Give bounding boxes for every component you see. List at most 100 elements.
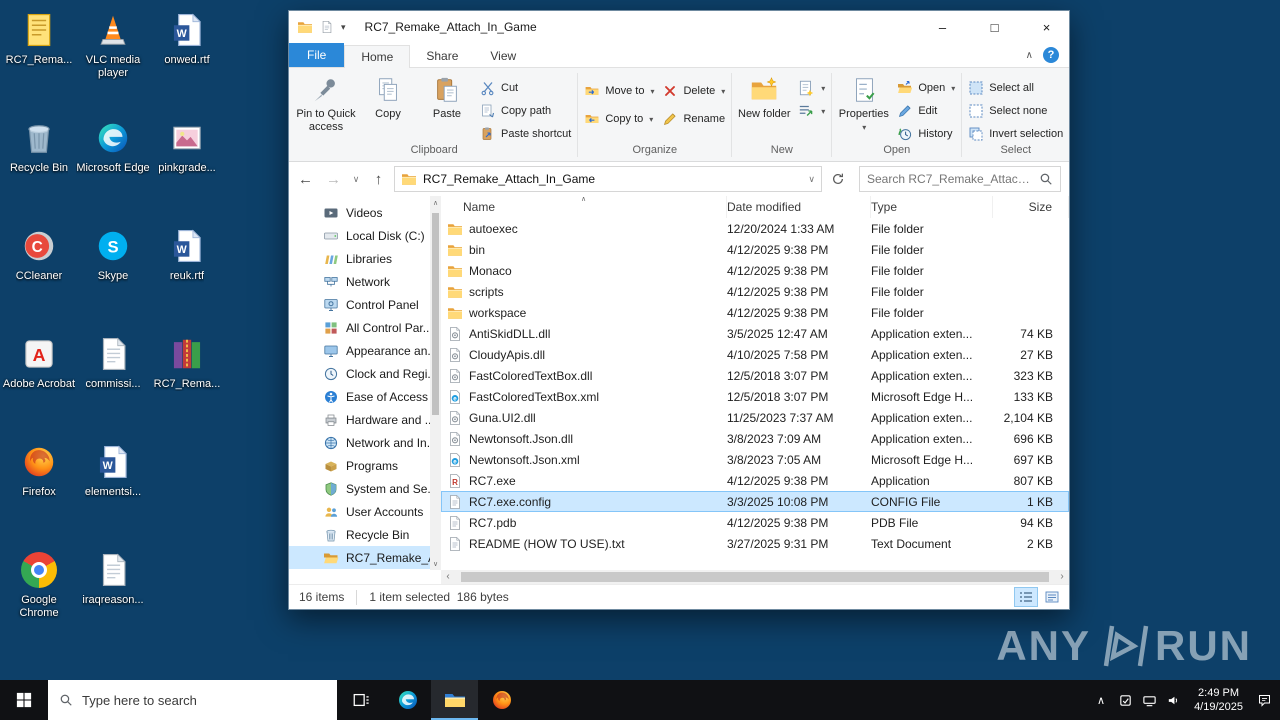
- file-row-rc7-pdb[interactable]: RC7.pdb 4/12/2025 9:38 PM PDB File 94 KB: [441, 512, 1069, 533]
- file-row-autoexec[interactable]: autoexec 12/20/2024 1:33 AM File folder: [441, 218, 1069, 239]
- edit-button[interactable]: Edit: [894, 101, 958, 121]
- file-row-guna-ui2-dll[interactable]: Guna.UI2.dll 11/25/2023 7:37 AM Applicatio…: [441, 407, 1069, 428]
- breadcrumb[interactable]: RC7_Remake_Attach_In_Game: [423, 172, 802, 186]
- scroll-left-icon[interactable]: ‹: [441, 570, 455, 584]
- copy-to-button[interactable]: Copy to ▾: [581, 109, 657, 129]
- file-row-fastcoloredtextbox-xml[interactable]: e FastColoredTextBox.xml 12/5/2018 3:07 PM…: [441, 386, 1069, 407]
- desktop-icon-commissi[interactable]: commissi...: [76, 334, 150, 434]
- rename-button[interactable]: Rename: [659, 109, 728, 129]
- action-center-icon[interactable]: [1252, 680, 1276, 720]
- minimize-button[interactable]: –: [920, 11, 965, 43]
- scroll-down-icon[interactable]: ∨: [433, 557, 438, 570]
- tray-agent-icon[interactable]: [1113, 680, 1137, 720]
- desktop-icon-microsoft-edge[interactable]: Microsoft Edge: [76, 118, 150, 218]
- tray-expand-icon[interactable]: ∧: [1089, 680, 1113, 720]
- column-header-size[interactable]: Size: [993, 196, 1069, 218]
- address-field[interactable]: RC7_Remake_Attach_In_Game ∨: [394, 166, 822, 192]
- edge-taskbar-button[interactable]: [384, 680, 431, 720]
- file-row-scripts[interactable]: scripts 4/12/2025 9:38 PM File folder: [441, 281, 1069, 302]
- start-button[interactable]: [0, 680, 48, 720]
- paste-shortcut-button[interactable]: Paste shortcut: [477, 124, 574, 144]
- history-button[interactable]: History: [894, 124, 958, 144]
- nav-scrollbar-track[interactable]: [430, 209, 441, 557]
- desktop-icon-reuk-rtf[interactable]: Wreuk.rtf: [150, 226, 224, 326]
- column-header-date-modified[interactable]: Date modified: [727, 196, 871, 218]
- desktop-icon-vlc-media-player[interactable]: VLC media player: [76, 10, 150, 110]
- maximize-button[interactable]: □: [972, 11, 1017, 43]
- copy-button[interactable]: Copy: [359, 71, 417, 141]
- address-dropdown-icon[interactable]: ∨: [808, 174, 815, 185]
- desktop-icon-adobe-acrobat[interactable]: A Adobe Acrobat: [2, 334, 76, 434]
- properties-button[interactable]: Properties ▾: [835, 71, 893, 141]
- thumbnails-view-button[interactable]: [1040, 587, 1064, 607]
- delete-button[interactable]: Delete ▾: [659, 81, 728, 101]
- paste-button[interactable]: Paste: [418, 71, 476, 141]
- nav-scrollbar[interactable]: ∧ ∨: [430, 196, 441, 570]
- desktop-icon-iraqreason[interactable]: iraqreason...: [76, 550, 150, 650]
- desktop-icon-firefox[interactable]: Firefox: [2, 442, 76, 542]
- forward-button[interactable]: →: [321, 167, 346, 191]
- qat-properties-icon[interactable]: [320, 20, 334, 34]
- search-box[interactable]: Search RC7_Remake_Attach_I...: [859, 166, 1061, 192]
- nav-item-programs[interactable]: Programs: [289, 454, 430, 477]
- back-button[interactable]: ←: [293, 167, 318, 191]
- nav-item-network-and-in[interactable]: Network and In...: [289, 431, 430, 454]
- nav-item-all-control-par[interactable]: All Control Par...: [289, 316, 430, 339]
- nav-scrollbar-thumb[interactable]: [432, 213, 439, 415]
- file-row-rc7-exe-config[interactable]: RC7.exe.config 3/3/2025 10:08 PM CONFIG Fi…: [441, 491, 1069, 512]
- desktop-icon-google-chrome[interactable]: Google Chrome: [2, 550, 76, 650]
- desktop-icon-recycle-bin[interactable]: Recycle Bin: [2, 118, 76, 218]
- firefox-taskbar-button[interactable]: [478, 680, 525, 720]
- tab-file[interactable]: File: [289, 43, 345, 67]
- desktop-icon-skype[interactable]: S Skype: [76, 226, 150, 326]
- nav-item-libraries[interactable]: Libraries: [289, 247, 430, 270]
- taskbar-search[interactable]: Type here to search: [48, 680, 337, 720]
- taskbar-clock[interactable]: 2:49 PM 4/19/2025: [1185, 686, 1252, 714]
- file-row-workspace[interactable]: workspace 4/12/2025 9:38 PM File folder: [441, 302, 1069, 323]
- network-icon[interactable]: [1137, 680, 1161, 720]
- qat-dropdown-icon[interactable]: ▾: [341, 22, 346, 33]
- h-scrollbar-thumb[interactable]: [461, 572, 1049, 582]
- open-button[interactable]: Open ▾: [894, 78, 958, 98]
- column-header-type[interactable]: Type: [871, 196, 993, 218]
- copy-path-button[interactable]: Copy path: [477, 101, 574, 121]
- nav-item-system-and-se[interactable]: System and Se...: [289, 477, 430, 500]
- close-button[interactable]: ×: [1024, 11, 1069, 43]
- cut-button[interactable]: Cut: [477, 78, 574, 98]
- file-row-rc7-exe[interactable]: R RC7.exe 4/12/2025 9:38 PM Application 807 …: [441, 470, 1069, 491]
- file-row-antiskiddll-dll[interactable]: AntiSkidDLL.dll 3/5/2025 12:47 AM Applicat…: [441, 323, 1069, 344]
- tab-share[interactable]: Share: [410, 45, 474, 67]
- horizontal-scrollbar[interactable]: ‹ ›: [441, 570, 1069, 584]
- invert-selection-button[interactable]: Invert selection: [965, 124, 1066, 144]
- nav-item-rc7-remake-at[interactable]: RC7_Remake_At...: [289, 546, 430, 569]
- volume-icon[interactable]: [1161, 680, 1185, 720]
- ribbon-extra-button[interactable]: ▾: [794, 78, 828, 98]
- tab-view[interactable]: View: [474, 45, 532, 67]
- file-row-newtonsoft-json-dll[interactable]: Newtonsoft.Json.dll 3/8/2023 7:09 AM Appli…: [441, 428, 1069, 449]
- desktop-icon-pinkgrade[interactable]: pinkgrade...: [150, 118, 224, 218]
- move-to-button[interactable]: Move to ▾: [581, 81, 657, 101]
- nav-item-hardware-and[interactable]: Hardware and ...: [289, 408, 430, 431]
- file-row-readme-how-to-use-txt[interactable]: README (HOW TO USE).txt 3/27/2025 9:31 PM…: [441, 533, 1069, 554]
- desktop-icon-rc7-rema[interactable]: RC7_Rema...: [2, 10, 76, 110]
- nav-item-recycle-bin[interactable]: Recycle Bin: [289, 523, 430, 546]
- recent-locations-icon[interactable]: ∨: [349, 167, 363, 191]
- file-row-cloudyapis-dll[interactable]: CloudyApis.dll 4/10/2025 7:58 PM Applicati…: [441, 344, 1069, 365]
- ribbon-collapse-icon[interactable]: ∧: [1026, 50, 1033, 61]
- nav-item-clock-and-regi[interactable]: Clock and Regi...: [289, 362, 430, 385]
- file-row-monaco[interactable]: Monaco 4/12/2025 9:38 PM File folder: [441, 260, 1069, 281]
- select-none-button[interactable]: Select none: [965, 101, 1066, 121]
- scroll-right-icon[interactable]: ›: [1055, 570, 1069, 584]
- help-icon[interactable]: ?: [1043, 47, 1059, 63]
- nav-item-network[interactable]: Network: [289, 270, 430, 293]
- scroll-up-icon[interactable]: ∧: [433, 196, 438, 209]
- nav-item-appearance-an[interactable]: Appearance an...: [289, 339, 430, 362]
- ribbon-extra-button[interactable]: ▾: [794, 101, 828, 121]
- desktop-icon-rc7-rema[interactable]: RC7_Rema...: [150, 334, 224, 434]
- nav-item-user-accounts[interactable]: User Accounts: [289, 500, 430, 523]
- desktop-icon-elementsi[interactable]: Welementsi...: [76, 442, 150, 542]
- nav-item-control-panel[interactable]: Control Panel: [289, 293, 430, 316]
- file-row-bin[interactable]: bin 4/12/2025 9:38 PM File folder: [441, 239, 1069, 260]
- explorer-taskbar-button[interactable]: [431, 680, 478, 720]
- file-row-fastcoloredtextbox-dll[interactable]: FastColoredTextBox.dll 12/5/2018 3:07 PM A…: [441, 365, 1069, 386]
